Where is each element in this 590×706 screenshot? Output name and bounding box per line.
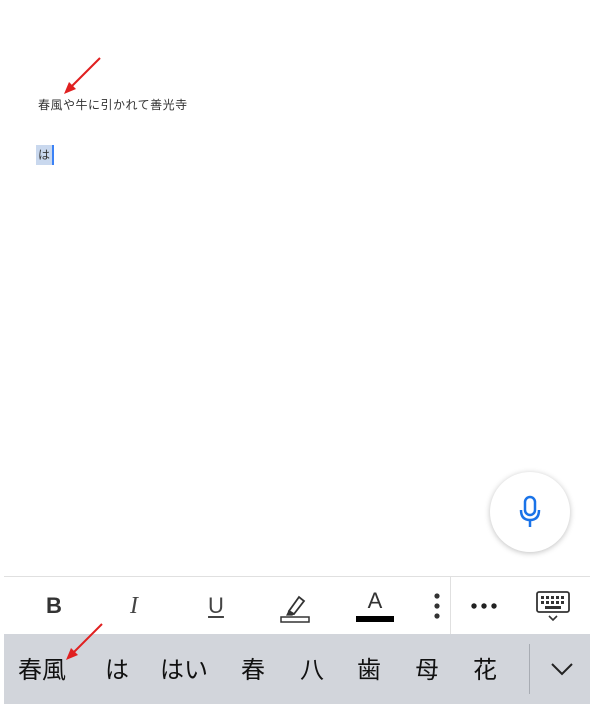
candidate-item[interactable]: 歯 (357, 634, 381, 704)
vertical-dots-icon (434, 593, 440, 619)
highlight-button[interactable] (270, 577, 320, 635)
keyboard-icon (536, 591, 570, 622)
text-color-swatch (356, 616, 394, 622)
candidate-item[interactable]: はい (160, 634, 208, 704)
candidate-item[interactable]: 花 (473, 634, 497, 704)
chevron-down-icon (551, 663, 573, 676)
highlighter-icon (280, 595, 310, 623)
candidate-item[interactable]: 母 (415, 634, 439, 704)
candidate-divider (529, 644, 530, 694)
candidate-item[interactable]: 春風 (18, 634, 66, 704)
annotation-arrow-icon (64, 57, 101, 94)
text-color-label: A (367, 588, 383, 613)
annotation-arrow-icon (66, 623, 103, 660)
candidate-item[interactable]: 八 (300, 634, 324, 704)
italic-button[interactable]: I (114, 577, 154, 635)
document-text-line[interactable]: 春風や牛に引かれて善光寺 (38, 96, 188, 113)
hide-keyboard-button[interactable] (530, 577, 576, 635)
text-cursor (52, 145, 54, 165)
underline-button[interactable]: U (196, 577, 236, 635)
expand-candidates-button[interactable] (534, 634, 590, 704)
candidate-item[interactable]: は (105, 634, 129, 704)
text-color-button[interactable]: A (350, 577, 400, 635)
microphone-icon (519, 495, 541, 527)
composing-text[interactable]: は (36, 145, 53, 165)
toolbar-divider (450, 577, 451, 635)
more-options-button[interactable] (462, 577, 506, 635)
candidate-item[interactable]: 春 (241, 634, 265, 704)
more-icon (471, 603, 497, 609)
toolbar-overflow-dots[interactable] (424, 577, 450, 635)
voice-input-button[interactable] (490, 472, 570, 552)
